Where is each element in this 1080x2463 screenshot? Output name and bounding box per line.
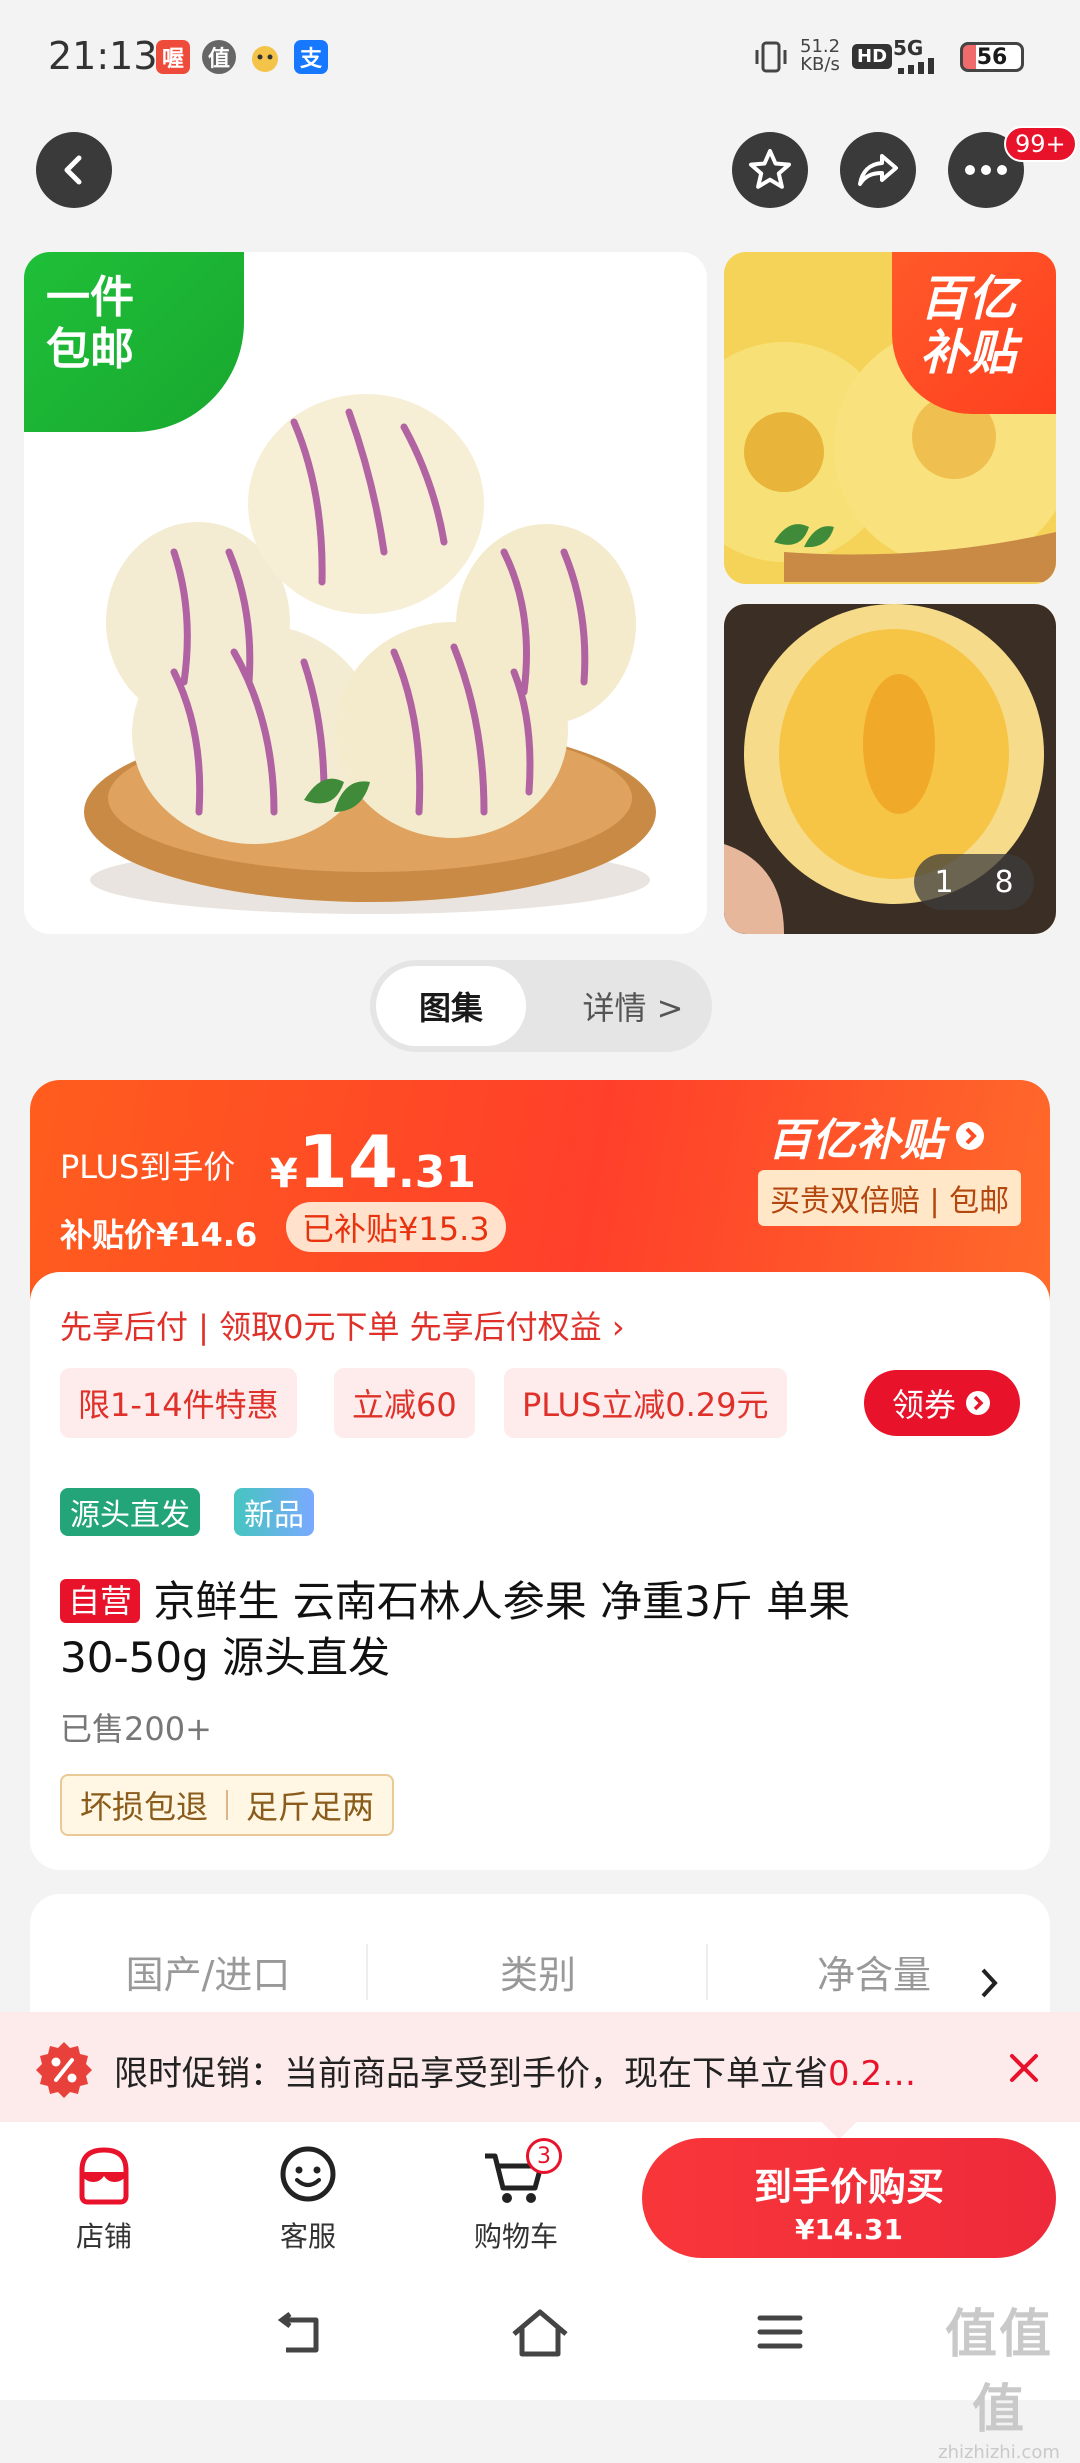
badge-line: 一件 xyxy=(46,272,134,323)
price-currency: ¥ xyxy=(270,1151,298,1197)
store-icon xyxy=(79,2147,129,2205)
hd-indicator: HD xyxy=(852,44,893,69)
tab-gallery[interactable]: 图集 xyxy=(376,966,526,1046)
network-speed: 51.2 KB/s xyxy=(800,38,840,74)
subsidy-corner-badge: 百亿 补贴 xyxy=(892,252,1056,414)
watermark-logo: 值值值 xyxy=(944,2305,1053,2440)
tab-detail[interactable]: 详情 > xyxy=(558,966,708,1046)
promo-text: 限时促销：当前商品享受到手价，现在下单立省0.2… xyxy=(114,2046,916,2095)
system-navigation-bar: 值值值 zhizhizhi.com xyxy=(0,2272,1080,2463)
thumbnail-image-2[interactable]: 1 8 xyxy=(724,604,1056,934)
vibrate-icon xyxy=(752,40,790,78)
image-counter: 1 8 xyxy=(914,854,1034,910)
watermark-domain: zhizhizhi.com xyxy=(938,2442,1060,2463)
pet-app-icon xyxy=(248,40,282,74)
badge-line: 包邮 xyxy=(46,324,134,375)
price-decimal: .31 xyxy=(398,1147,476,1198)
cart-count-badge: 3 xyxy=(526,2138,562,2174)
badge-line: 补贴 xyxy=(920,325,1017,381)
promo-chip[interactable]: 限1-14件特惠 xyxy=(60,1368,297,1438)
coupon-label: 领券 xyxy=(891,1386,956,1424)
sold-count: 已售200+ xyxy=(60,1710,212,1748)
service-item: 足斤足两 xyxy=(246,1788,375,1826)
chat-smile-icon xyxy=(280,2146,336,2202)
new-product-tag: 新品 xyxy=(234,1488,314,1536)
brand-subsidy-logo[interactable]: 百亿补贴 xyxy=(768,1104,986,1168)
counter-total: 8 xyxy=(994,864,1014,900)
promo-text-main: 限时促销：当前商品享受到手价，现在下单立省 xyxy=(114,2054,828,2094)
spec-category: 类别 xyxy=(499,1953,576,1997)
promo-chip[interactable]: PLUS立减0.29元 xyxy=(504,1368,787,1438)
buy-label: 到手价购买 xyxy=(753,2165,944,2209)
counter-current: 1 xyxy=(934,864,954,900)
plus-price: ¥ 14 .31 xyxy=(270,1120,476,1204)
net-speed-unit: KB/s xyxy=(800,54,840,75)
share-icon xyxy=(858,154,898,186)
back-nav-icon[interactable] xyxy=(272,2310,328,2358)
cart-label: 购物车 xyxy=(473,2220,558,2253)
product-title-line: 京鲜生 云南石林人参果 净重3斤 单果 xyxy=(153,1577,851,1626)
thumbnail-image-1[interactable]: 百亿 补贴 xyxy=(724,252,1056,584)
source-direct-tag: 源头直发 xyxy=(60,1488,200,1536)
back-button[interactable] xyxy=(36,132,112,208)
spec-origin: 国产/进口 xyxy=(125,1953,291,1997)
battery-indicator: 56 xyxy=(960,42,1024,72)
buy-price: ¥14.31 xyxy=(794,2213,904,2246)
store-label: 店铺 xyxy=(75,2220,132,2253)
product-title-line: 30-50g 源头直发 xyxy=(60,1633,391,1682)
price-integer: 14 xyxy=(297,1120,399,1204)
signal-icon xyxy=(898,58,944,78)
subsidy-amount-badge: 已补贴¥15.3 xyxy=(286,1202,506,1252)
app-notification-icon: 支 xyxy=(294,40,328,74)
service-label: 客服 xyxy=(279,2220,336,2253)
divider xyxy=(366,1944,368,2000)
subsidy-price: 补贴价¥14.6 xyxy=(60,1216,258,1254)
self-operated-badge: 自营 xyxy=(60,1579,141,1623)
favorite-button[interactable] xyxy=(732,132,808,208)
badge-line: 百亿 xyxy=(920,271,1017,327)
network-type: 5G xyxy=(893,36,924,60)
customer-service-button[interactable]: 客服 xyxy=(238,2144,378,2255)
app-notification-icon: 喔 xyxy=(156,40,190,74)
store-button[interactable]: 店铺 xyxy=(34,2144,174,2255)
bottom-action-bar: 店铺 客服 购物车 3 到手价购买 ¥14.31 xyxy=(0,2102,1080,2272)
brand-logo-text: 百亿补贴 xyxy=(768,1115,944,1166)
product-info-card: PLUS到手价 ¥ 14 .31 补贴价¥14.6 已补贴¥15.3 百亿补贴 … xyxy=(30,1080,1050,1870)
main-product-image[interactable]: 一件 包邮 xyxy=(24,252,707,934)
chevron-right-icon xyxy=(981,1968,998,1998)
status-bar: 21:13 喔 值 支 51.2 KB/s HD 5G 56 xyxy=(0,0,1080,120)
pay-later-link[interactable]: 先享后付 | 领取0元下单 先享后付权益 › xyxy=(60,1302,625,1348)
status-time: 21:13 xyxy=(48,34,158,78)
buy-now-button[interactable]: 到手价购买 ¥14.31 xyxy=(642,2138,1056,2258)
promo-banner[interactable]: 限时促销：当前商品享受到手价，现在下单立省0.2… xyxy=(0,2012,1080,2122)
divider xyxy=(706,1944,708,2000)
plus-price-label: PLUS到手价 xyxy=(60,1148,236,1186)
coupon-button[interactable]: 领券 xyxy=(864,1370,1020,1436)
home-nav-icon[interactable] xyxy=(508,2306,572,2360)
star-icon xyxy=(749,149,791,189)
discount-icon xyxy=(36,2042,92,2098)
service-item: 坏损包退 xyxy=(80,1788,209,1826)
gallery-detail-switch: 图集 详情 > xyxy=(370,960,712,1052)
info-area: 先享后付 | 领取0元下单 先享后付权益 › 限1-14件特惠 立减60 PLU… xyxy=(30,1272,1050,1870)
service-guarantees[interactable]: 坏损包退 足斤足两 xyxy=(60,1774,395,1836)
watermark: 值值值 zhizhizhi.com xyxy=(924,2292,1074,2463)
chevron-right-circle-icon xyxy=(966,1391,990,1415)
product-title: 自营 京鲜生 云南石林人参果 净重3斤 单果 30-50g 源头直发 xyxy=(60,1574,1020,1686)
cart-button[interactable]: 购物车 xyxy=(446,2144,586,2255)
menu-nav-icon[interactable] xyxy=(756,2312,804,2352)
more-dots-icon xyxy=(965,165,1007,175)
promo-chip[interactable]: 立减60 xyxy=(334,1368,475,1438)
chevron-right-circle-icon xyxy=(956,1122,984,1150)
chevron-left-icon xyxy=(64,155,82,185)
app-notification-icon: 值 xyxy=(202,40,236,74)
guarantee-badge: 买贵双倍赔 | 包邮 xyxy=(758,1170,1022,1226)
close-icon[interactable] xyxy=(1008,2052,1040,2084)
more-badge: 99+ xyxy=(1004,126,1077,162)
promo-text-highlight: 0.2… xyxy=(828,2054,917,2094)
share-button[interactable] xyxy=(840,132,916,208)
